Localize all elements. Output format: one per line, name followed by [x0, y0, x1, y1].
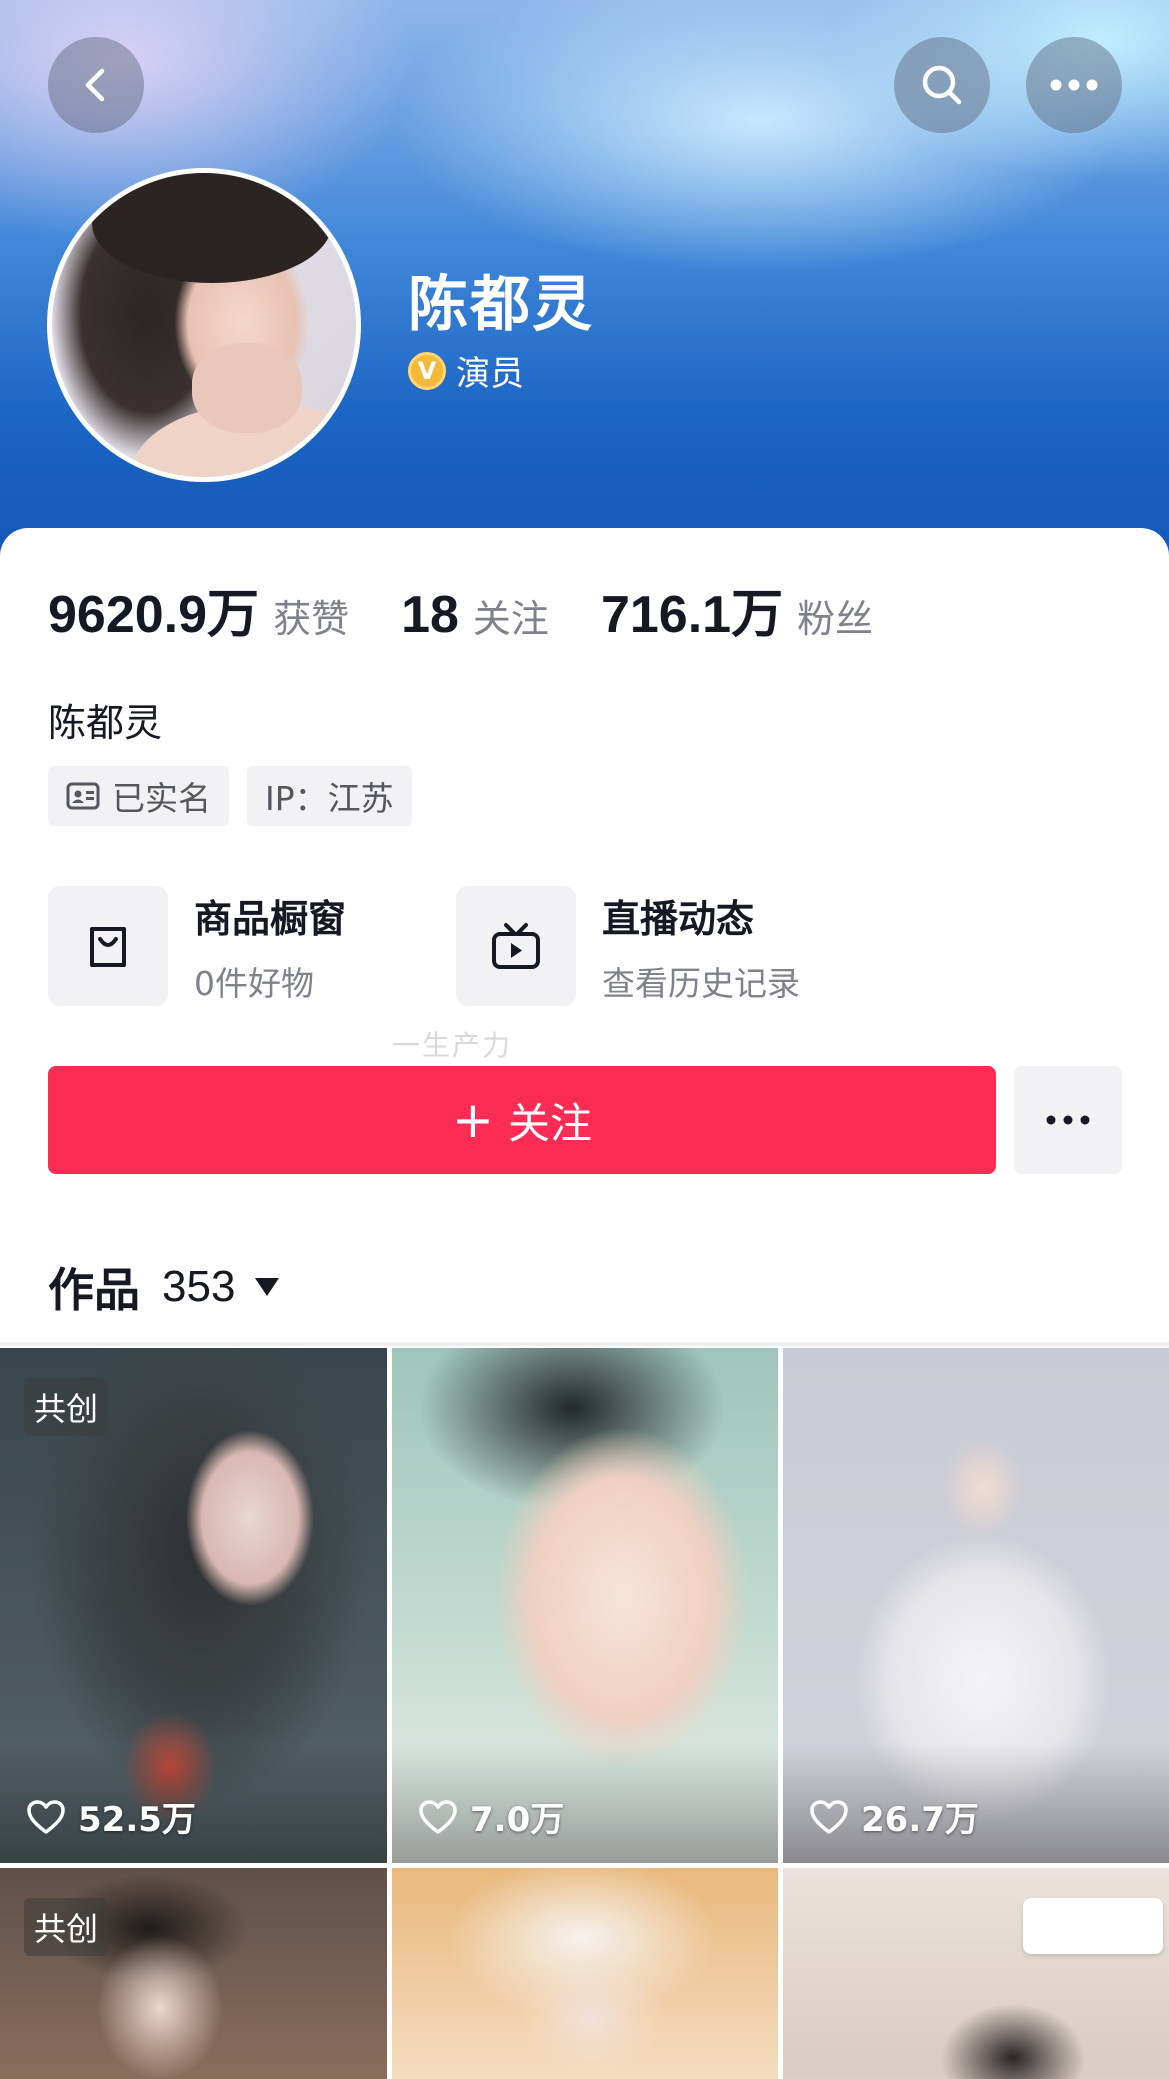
- stat-value: 716.1万: [600, 586, 784, 644]
- follow-label: 关注: [507, 1098, 592, 1148]
- video-tile[interactable]: [392, 1868, 778, 2079]
- video-tile[interactable]: [783, 1868, 1169, 2079]
- search-icon: [922, 65, 962, 105]
- service-subtitle: 0件好物: [194, 963, 314, 1003]
- stats-row: 9620.9万 获赞 18 关注 716.1万 粉丝: [48, 572, 925, 647]
- more-horizontal-icon: [1050, 79, 1098, 91]
- chevron-left-icon: [85, 68, 105, 102]
- tag-text: 已实名: [112, 779, 211, 818]
- bio-text: 陈都灵: [48, 701, 163, 745]
- follow-more-button[interactable]: [1014, 1066, 1122, 1174]
- tile-likes: 7.0万: [418, 1792, 564, 1841]
- more-horizontal-icon: [1046, 1115, 1090, 1125]
- service-title: 直播动态: [602, 896, 755, 941]
- stat-likes: 9620.9万 获赞: [48, 572, 349, 647]
- tile-likes: 26.7万: [809, 1792, 979, 1841]
- verify-row: V 演员: [408, 346, 524, 395]
- video-tile[interactable]: 7.0万: [392, 1348, 778, 1863]
- tag-ip: IP：江苏: [247, 766, 412, 826]
- service-icon-box: [48, 886, 168, 1006]
- likes-count: 7.0万: [470, 1800, 565, 1840]
- caret-down-icon: [255, 1278, 280, 1296]
- service-icon-box: [456, 886, 576, 1006]
- stat-label: 获赞: [273, 597, 350, 641]
- back-button[interactable]: [48, 37, 144, 133]
- service-live-history[interactable]: 直播动态 查看历史记录: [456, 886, 864, 1006]
- avatar-hair: [92, 173, 332, 283]
- more-button[interactable]: [1026, 37, 1122, 133]
- follow-button[interactable]: + 关注: [48, 1066, 996, 1174]
- verify-title: 演员: [456, 354, 524, 394]
- search-button[interactable]: [894, 37, 990, 133]
- divider: [0, 1342, 1169, 1346]
- stat-label: 关注: [472, 597, 549, 641]
- watermark: 一生产力: [392, 1029, 513, 1062]
- stat-label: 粉丝: [797, 597, 874, 641]
- verified-badge-icon: V: [408, 351, 446, 390]
- shopping-bag-icon: [90, 927, 126, 967]
- video-tile[interactable]: 26.7万: [783, 1348, 1169, 1863]
- likes-count: 52.5万: [78, 1800, 196, 1840]
- video-tile[interactable]: 共创 52.5万: [0, 1348, 387, 1863]
- video-tile[interactable]: 共创: [0, 1868, 387, 2079]
- co-create-badge: 共创: [24, 1378, 109, 1436]
- likes-count: 26.7万: [861, 1800, 979, 1840]
- heart-icon: [27, 1799, 65, 1834]
- service-title: 商品橱窗: [194, 896, 347, 941]
- stat-value: 18: [401, 586, 459, 644]
- stat-following[interactable]: 18 关注: [401, 585, 549, 645]
- heart-icon: [419, 1799, 457, 1834]
- tv-play-icon: [492, 923, 540, 969]
- works-label: 作品: [48, 1263, 140, 1317]
- stat-value: 9620.9万: [48, 586, 260, 644]
- heart-icon: [810, 1799, 848, 1834]
- tag-verified: 已实名: [48, 766, 229, 826]
- plus-icon: +: [452, 1091, 494, 1149]
- service-shop-window[interactable]: 商品橱窗 0件好物: [48, 886, 456, 1006]
- tag-row: 已实名 IP：江苏: [48, 766, 412, 826]
- stat-followers[interactable]: 716.1万 粉丝: [601, 572, 873, 647]
- service-subtitle: 查看历史记录: [602, 963, 800, 1003]
- tag-text: IP：江苏: [265, 779, 394, 818]
- profile-name: 陈都灵: [408, 270, 594, 340]
- works-count: 353: [162, 1262, 236, 1311]
- tile-decor: [1023, 1898, 1163, 1954]
- id-card-icon: [66, 782, 100, 810]
- avatar[interactable]: [47, 168, 361, 482]
- tile-likes: 52.5万: [26, 1792, 196, 1841]
- services-row: 商品橱窗 0件好物 直播动态 查看历史记录: [48, 886, 864, 1006]
- co-create-badge: 共创: [24, 1898, 109, 1956]
- works-tab[interactable]: 作品 353: [48, 1254, 280, 1320]
- avatar-hand: [192, 343, 302, 433]
